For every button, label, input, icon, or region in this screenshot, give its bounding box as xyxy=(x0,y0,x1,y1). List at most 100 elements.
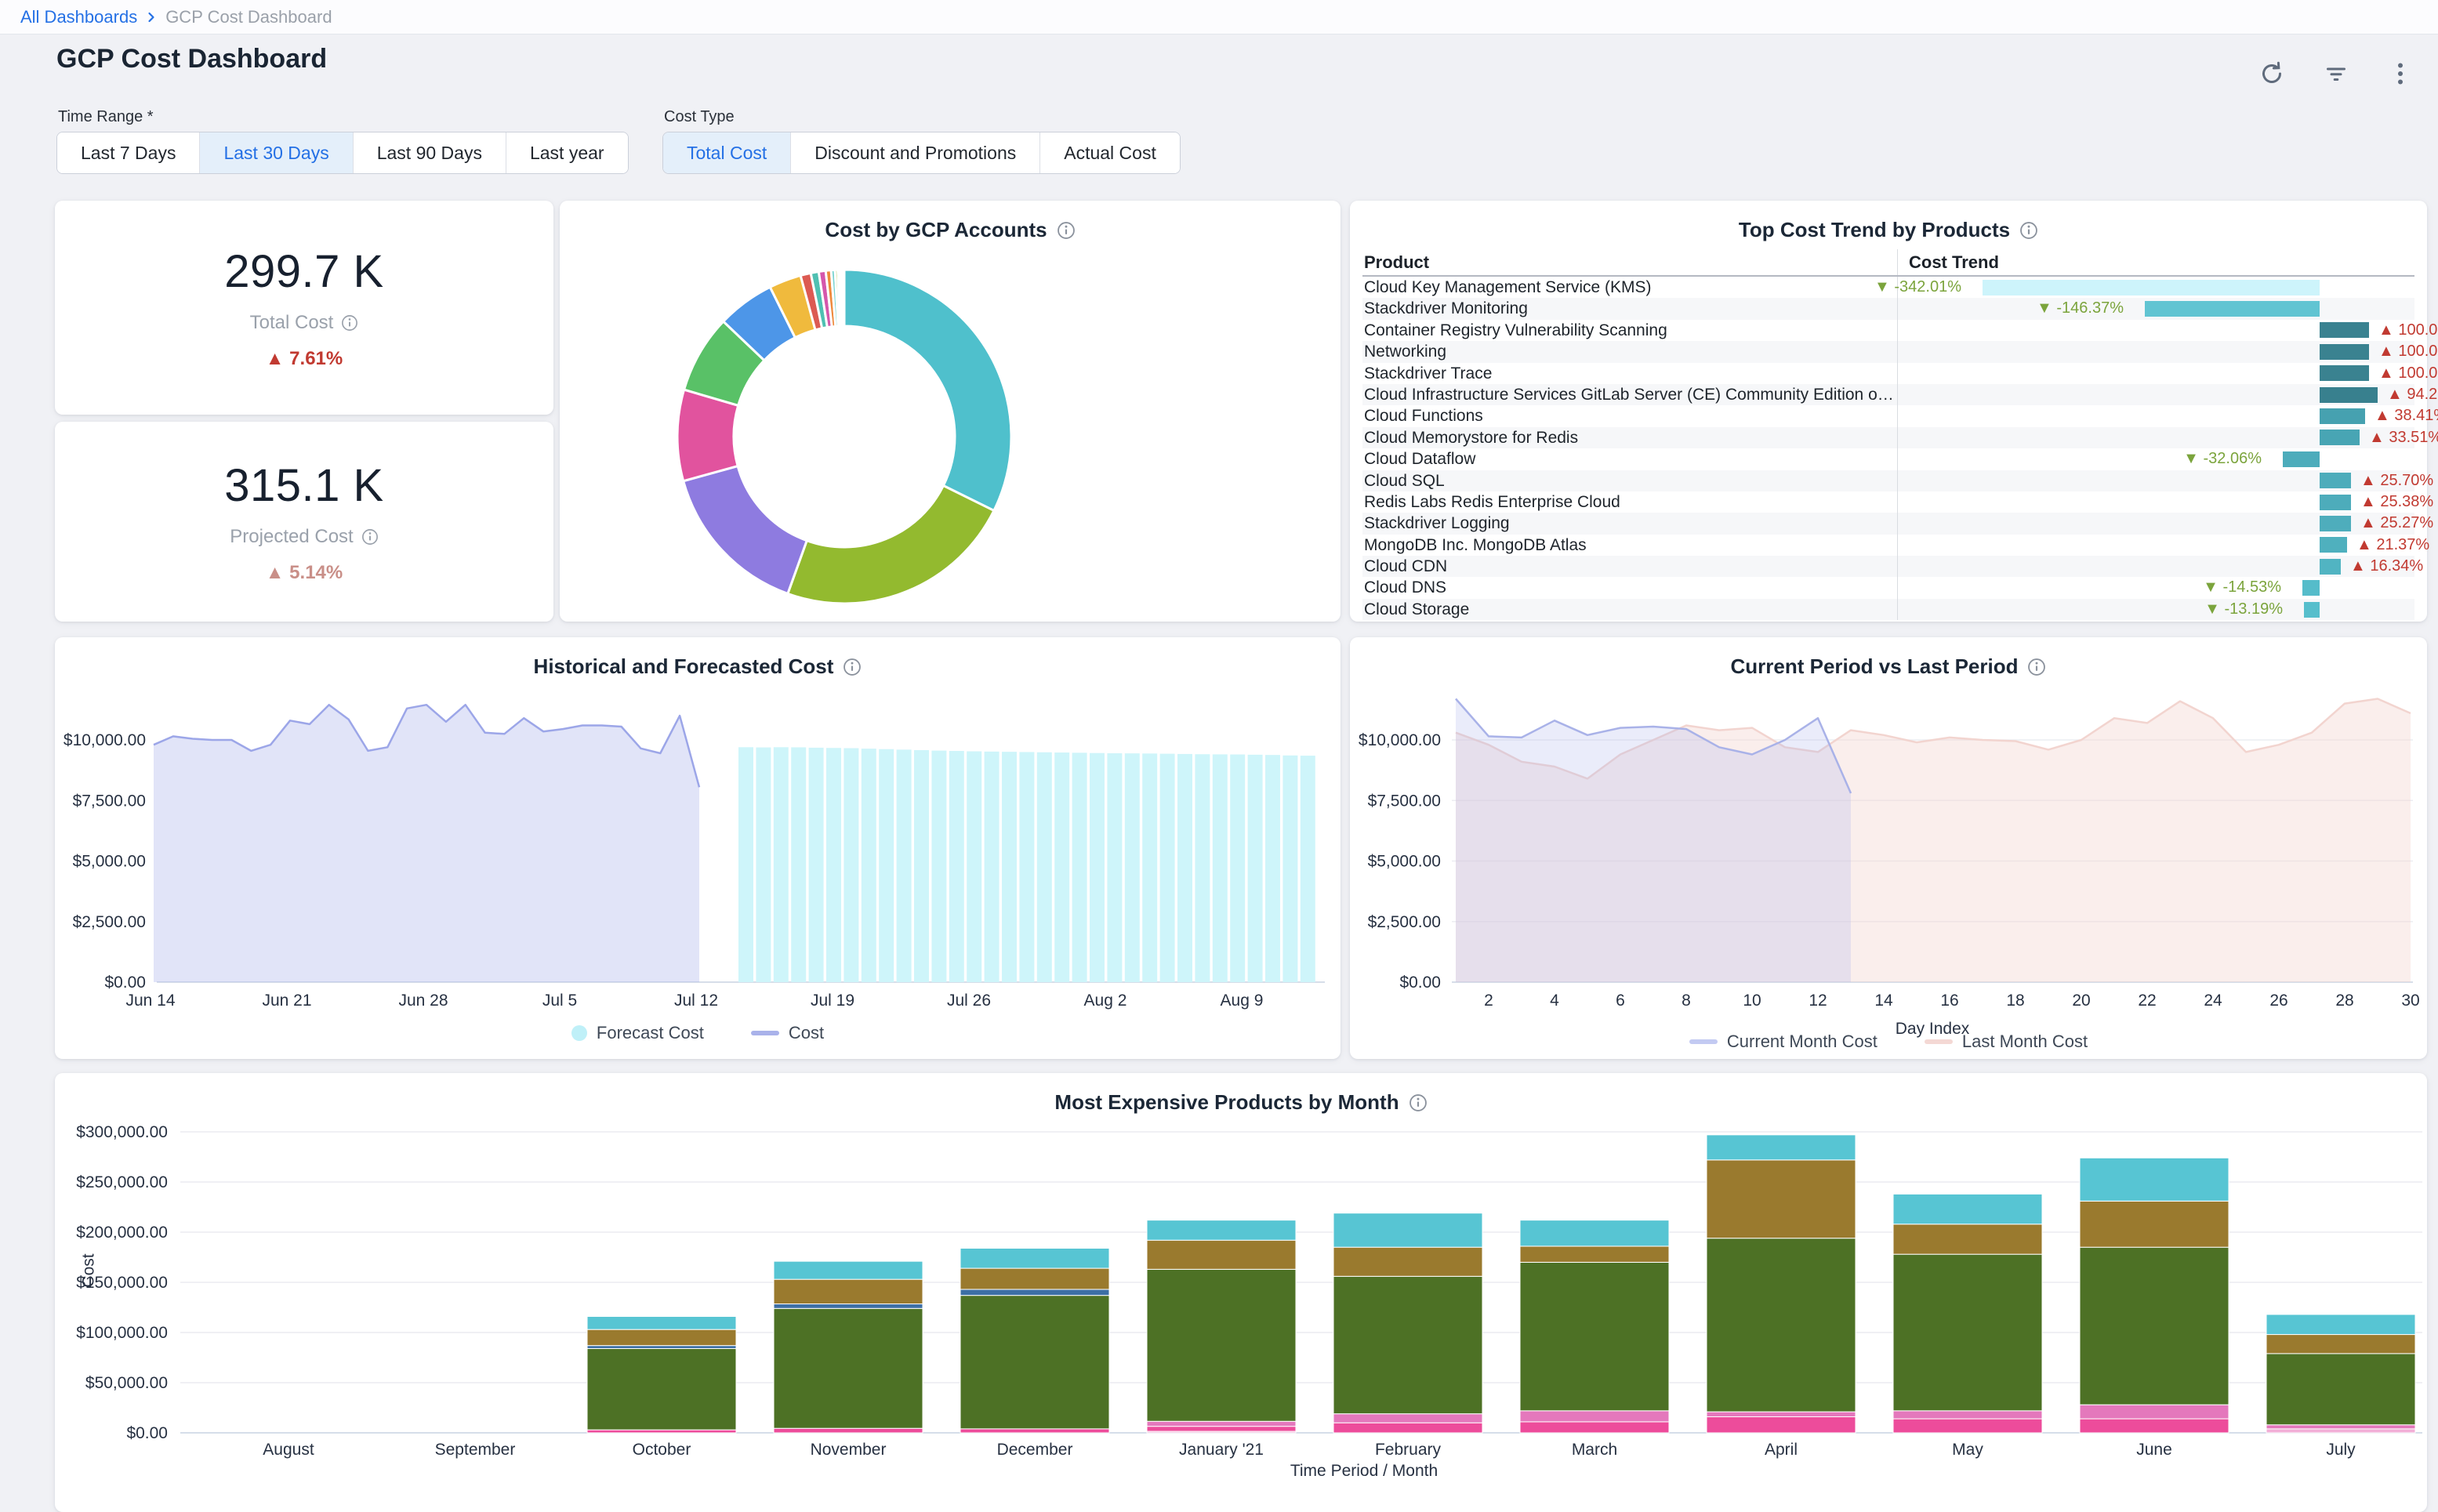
stack-segment-brown[interactable] xyxy=(1893,1224,2042,1254)
trend-card-title: Top Cost Trend by Products xyxy=(1739,218,2010,242)
stack-segment-cyan[interactable] xyxy=(1333,1213,1482,1248)
legend-dash xyxy=(1925,1039,1953,1044)
stack-segment-cyan[interactable] xyxy=(1520,1220,1669,1246)
stack-segment-brown[interactable] xyxy=(1707,1160,1856,1238)
stack-segment-olive-green[interactable] xyxy=(587,1348,736,1430)
legend-item-current-month-cost[interactable]: Current Month Cost xyxy=(1689,1032,1877,1052)
time-range-option-last-30-days[interactable]: Last 30 Days xyxy=(200,132,353,173)
info-icon[interactable] xyxy=(341,314,358,332)
stack-segment-pink-medium[interactable] xyxy=(1893,1411,2042,1419)
stack-segment-pink-bright[interactable] xyxy=(774,1428,923,1433)
svg-text:$5,000.00: $5,000.00 xyxy=(1368,853,1441,871)
trend-bar xyxy=(2283,451,2320,467)
stack-segment-cyan[interactable] xyxy=(1707,1135,1856,1160)
stack-segment-pink-light[interactable] xyxy=(2266,1429,2415,1433)
filter-icon[interactable] xyxy=(2322,60,2350,88)
product-cell: Cloud Storage xyxy=(1362,599,1897,620)
trend-bar xyxy=(2320,322,2369,338)
stack-segment-cyan[interactable] xyxy=(587,1317,736,1330)
stack-segment-cyan[interactable] xyxy=(1147,1220,1296,1241)
stack-segment-olive-green[interactable] xyxy=(960,1296,1109,1429)
stack-segment-olive-green[interactable] xyxy=(1333,1276,1482,1413)
stack-segment-cyan[interactable] xyxy=(2080,1158,2229,1201)
svg-text:September: September xyxy=(435,1441,516,1459)
stack-segment-pink-medium[interactable] xyxy=(2080,1405,2229,1419)
stack-segment-pink-medium[interactable] xyxy=(1147,1421,1296,1426)
stack-segment-pink-medium[interactable] xyxy=(1520,1411,1669,1422)
info-icon[interactable] xyxy=(2019,221,2038,240)
legend-item-last-month-cost[interactable]: Last Month Cost xyxy=(1925,1032,2088,1052)
stack-segment-brown[interactable] xyxy=(2080,1201,2229,1247)
stack-segment-brown[interactable] xyxy=(1147,1240,1296,1269)
stack-segment-olive-green[interactable] xyxy=(1893,1254,2042,1411)
stack-segment-pink-bright[interactable] xyxy=(960,1429,1109,1433)
trend-bar xyxy=(2320,559,2341,575)
cost-type-option-actual-cost[interactable]: Actual Cost xyxy=(1040,132,1180,173)
trend-value: ▲ 100.00% xyxy=(2378,320,2438,341)
stack-segment-pink-bright[interactable] xyxy=(587,1430,736,1433)
stack-segment-dark-blue[interactable] xyxy=(587,1346,736,1349)
refresh-icon[interactable] xyxy=(2258,60,2286,88)
stack-segment-pink-medium[interactable] xyxy=(1707,1412,1856,1416)
svg-text:Jun 21: Jun 21 xyxy=(262,992,311,1010)
donut-slice[interactable] xyxy=(788,486,994,604)
stack-segment-dark-blue[interactable] xyxy=(960,1289,1109,1296)
time-range-option-last-year[interactable]: Last year xyxy=(506,132,628,173)
stack-segment-olive-green[interactable] xyxy=(1147,1269,1296,1421)
stack-segment-brown[interactable] xyxy=(1520,1246,1669,1262)
stack-segment-pink-medium[interactable] xyxy=(1333,1414,1482,1423)
legend-item-cost[interactable]: Cost xyxy=(751,1023,824,1043)
donut-chart xyxy=(560,201,1341,622)
stack-segment-pink-bright[interactable] xyxy=(1147,1427,1296,1431)
trend-value: ▲ 100.00% xyxy=(2378,341,2438,362)
trend-cell: ▼ -32.06% xyxy=(1897,448,2414,470)
stack-segment-brown[interactable] xyxy=(960,1268,1109,1289)
time-range-option-last-90-days[interactable]: Last 90 Days xyxy=(354,132,506,173)
stack-segment-cyan[interactable] xyxy=(1893,1194,2042,1224)
donut-slice[interactable] xyxy=(684,466,807,594)
trend-cell: ▲ 21.37% xyxy=(1897,535,2414,556)
donut-slice[interactable] xyxy=(844,270,1011,510)
svg-text:Aug 2: Aug 2 xyxy=(1084,992,1127,1010)
stack-segment-cyan[interactable] xyxy=(960,1248,1109,1268)
stack-segment-pink-bright[interactable] xyxy=(1707,1417,1856,1433)
stack-segment-olive-green[interactable] xyxy=(774,1308,923,1428)
stack-segment-pink-bright[interactable] xyxy=(1893,1419,2042,1433)
trend-cell: ▲ 38.41% xyxy=(1897,405,2414,426)
stack-segment-pink-medium[interactable] xyxy=(2266,1425,2415,1429)
info-icon[interactable] xyxy=(361,528,379,546)
stack-segment-cyan[interactable] xyxy=(774,1261,923,1279)
stack-segment-olive-green[interactable] xyxy=(1520,1262,1669,1410)
trend-cell: ▲ 94.21% xyxy=(1897,384,2414,405)
cost-type-option-discount-and-promotions[interactable]: Discount and Promotions xyxy=(791,132,1040,173)
svg-text:$0.00: $0.00 xyxy=(126,1424,168,1442)
trend-cell: ▼ -146.37% xyxy=(1897,298,2414,319)
svg-text:May: May xyxy=(1952,1441,1983,1459)
stack-segment-olive-green[interactable] xyxy=(1707,1238,1856,1412)
breadcrumb-all-dashboards-link[interactable]: All Dashboards xyxy=(20,7,137,27)
stack-segment-pink-bright[interactable] xyxy=(1520,1422,1669,1433)
svg-text:$100,000.00: $100,000.00 xyxy=(76,1324,168,1342)
stack-segment-pink-bright[interactable] xyxy=(2080,1419,2229,1433)
projected-cost-card: 315.1 K Projected Cost ▲ 5.14% xyxy=(55,422,553,622)
trend-bar xyxy=(2145,301,2320,317)
cost-type-label: Cost Type xyxy=(664,108,735,126)
trend-bar xyxy=(2302,580,2320,596)
time-range-option-last-7-days[interactable]: Last 7 Days xyxy=(57,132,200,173)
cost-type-option-total-cost[interactable]: Total Cost xyxy=(663,132,791,173)
trend-cell: ▲ 100.00% xyxy=(1897,363,2414,384)
stack-segment-brown[interactable] xyxy=(774,1279,923,1304)
stack-segment-brown[interactable] xyxy=(587,1329,736,1345)
stack-segment-dark-blue[interactable] xyxy=(774,1304,923,1309)
kebab-menu-icon[interactable] xyxy=(2386,60,2414,88)
stack-segment-brown[interactable] xyxy=(2266,1335,2415,1354)
time-range-label: Time Range * xyxy=(58,108,154,126)
svg-text:30: 30 xyxy=(2401,992,2419,1010)
stack-segment-cyan[interactable] xyxy=(2266,1314,2415,1335)
stack-segment-olive-green[interactable] xyxy=(2080,1247,2229,1405)
legend-item-forecast-cost[interactable]: Forecast Cost xyxy=(571,1023,704,1043)
stack-segment-brown[interactable] xyxy=(1333,1247,1482,1276)
stack-segment-pink-bright[interactable] xyxy=(1333,1423,1482,1433)
stack-segment-olive-green[interactable] xyxy=(2266,1354,2415,1425)
total-cost-value: 299.7 K xyxy=(224,245,383,298)
